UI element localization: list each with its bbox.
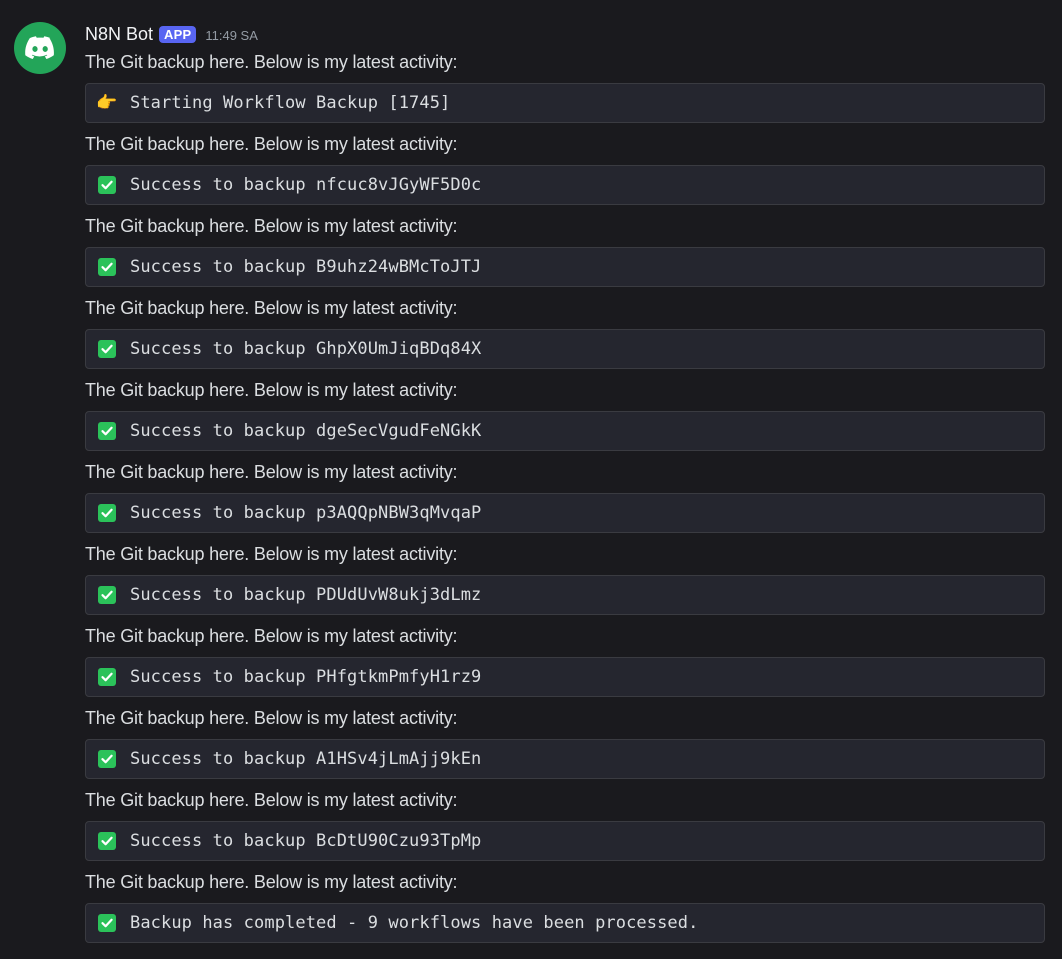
check-mark-button-icon — [98, 832, 116, 850]
code-block[interactable]: Success to backup BcDtU90Czu93TpMp — [85, 821, 1045, 861]
activity-entry: The Git backup here. Below is my latest … — [85, 868, 1045, 950]
activity-entry: The Git backup here. Below is my latest … — [85, 622, 1045, 704]
code-text: Success to backup PDUdUvW8ukj3dLmz — [130, 585, 482, 605]
activity-entry: The Git backup here. Below is my latest … — [85, 540, 1045, 622]
code-block[interactable]: Success to backup B9uhz24wBMcToJTJ — [85, 247, 1045, 287]
bot-message: N8N Bot APP 11:49 SA The Git backup here… — [0, 0, 1062, 959]
check-mark-button-icon — [98, 586, 116, 604]
code-block[interactable]: Success to backup nfcuc8vJGyWF5D0c — [85, 165, 1045, 205]
message-timestamp[interactable]: 11:49 SA — [205, 28, 258, 43]
code-block[interactable]: Success to backup dgeSecVgudFeNGkK — [85, 411, 1045, 451]
discord-logo-icon — [25, 36, 54, 59]
check-mark-button-icon — [98, 750, 116, 768]
activity-entry: The Git backup here. Below is my latest … — [85, 48, 1045, 130]
activity-entry: The Git backup here. Below is my latest … — [85, 212, 1045, 294]
activity-text: The Git backup here. Below is my latest … — [85, 872, 458, 892]
activity-entry: The Git backup here. Below is my latest … — [85, 130, 1045, 212]
activity-entry: The Git backup here. Below is my latest … — [85, 786, 1045, 868]
code-block[interactable]: Success to backup PHfgtkmPmfyH1rz9 — [85, 657, 1045, 697]
activity-text: The Git backup here. Below is my latest … — [85, 380, 458, 400]
check-mark-button-icon — [98, 340, 116, 358]
code-block[interactable]: Backup has completed - 9 workflows have … — [85, 903, 1045, 943]
code-text: Success to backup BcDtU90Czu93TpMp — [130, 831, 482, 851]
code-block[interactable]: Success to backup GhpX0UmJiqBDq84X — [85, 329, 1045, 369]
code-block[interactable]: 👉 Starting Workflow Backup [1745] — [85, 83, 1045, 123]
code-block[interactable]: Success to backup PDUdUvW8ukj3dLmz — [85, 575, 1045, 615]
code-block[interactable]: Success to backup p3AQQpNBW3qMvqaP — [85, 493, 1045, 533]
check-mark-button-icon — [98, 176, 116, 194]
code-text: Success to backup p3AQQpNBW3qMvqaP — [130, 503, 482, 523]
author-name[interactable]: N8N Bot — [85, 24, 153, 45]
backhand-index-pointing-right-icon: 👉 — [96, 93, 118, 112]
check-mark-button-icon — [98, 504, 116, 522]
message-content: The Git backup here. Below is my latest … — [85, 48, 1045, 950]
code-text: Success to backup B9uhz24wBMcToJTJ — [130, 257, 482, 277]
activity-entry: The Git backup here. Below is my latest … — [85, 704, 1045, 786]
code-block[interactable]: Success to backup A1HSv4jLmAjj9kEn — [85, 739, 1045, 779]
activity-text: The Git backup here. Below is my latest … — [85, 626, 458, 646]
activity-text: The Git backup here. Below is my latest … — [85, 462, 458, 482]
activity-text: The Git backup here. Below is my latest … — [85, 708, 458, 728]
message-header: N8N Bot APP 11:49 SA — [85, 22, 258, 46]
activity-text: The Git backup here. Below is my latest … — [85, 134, 458, 154]
code-text: Backup has completed - 9 workflows have … — [130, 913, 699, 933]
check-mark-button-icon — [98, 914, 116, 932]
activity-text: The Git backup here. Below is my latest … — [85, 544, 458, 564]
check-mark-button-icon — [98, 422, 116, 440]
code-text: Success to backup GhpX0UmJiqBDq84X — [130, 339, 482, 359]
avatar[interactable] — [14, 22, 66, 74]
activity-text: The Git backup here. Below is my latest … — [85, 52, 458, 72]
activity-text: The Git backup here. Below is my latest … — [85, 216, 458, 236]
check-mark-button-icon — [98, 668, 116, 686]
activity-text: The Git backup here. Below is my latest … — [85, 790, 458, 810]
activity-entry: The Git backup here. Below is my latest … — [85, 458, 1045, 540]
code-text: Success to backup dgeSecVgudFeNGkK — [130, 421, 482, 441]
code-text: Starting Workflow Backup [1745] — [130, 93, 451, 113]
activity-entry: The Git backup here. Below is my latest … — [85, 294, 1045, 376]
activity-entry: The Git backup here. Below is my latest … — [85, 376, 1045, 458]
code-text: Success to backup A1HSv4jLmAjj9kEn — [130, 749, 482, 769]
activity-text: The Git backup here. Below is my latest … — [85, 298, 458, 318]
app-badge: APP — [159, 25, 197, 43]
code-text: Success to backup nfcuc8vJGyWF5D0c — [130, 175, 482, 195]
code-text: Success to backup PHfgtkmPmfyH1rz9 — [130, 667, 482, 687]
check-mark-button-icon — [98, 258, 116, 276]
